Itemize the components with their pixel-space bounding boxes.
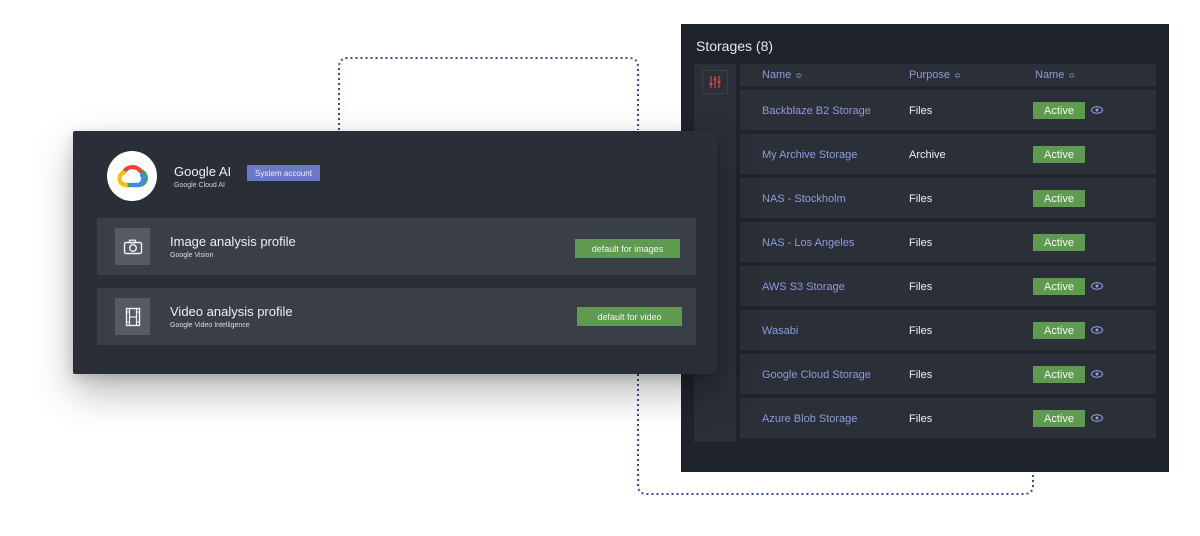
- film-icon: [115, 298, 150, 335]
- storage-purpose: Files: [909, 105, 933, 117]
- status-badge: Active: [1033, 278, 1085, 295]
- storage-purpose: Files: [909, 193, 933, 205]
- status-badge: Active: [1033, 146, 1085, 163]
- eye-icon[interactable]: [1090, 103, 1104, 117]
- table-row[interactable]: Backblaze B2 Storage Files Active: [740, 90, 1156, 130]
- storage-name[interactable]: Google Cloud Storage: [762, 369, 871, 381]
- header-purpose-label: Purpose: [909, 69, 950, 81]
- google-ai-card: Google AI Google Cloud AI System account…: [73, 131, 717, 374]
- storage-purpose: Files: [909, 369, 933, 381]
- table-row[interactable]: AWS S3 Storage Files Active: [740, 266, 1156, 306]
- header-purpose[interactable]: Purpose ≎: [909, 69, 961, 81]
- sort-icon: ≎: [795, 70, 803, 80]
- storage-name[interactable]: NAS - Stockholm: [762, 193, 846, 205]
- table-row[interactable]: NAS - Stockholm Files Active: [740, 178, 1156, 218]
- profile-title: Image analysis profile: [170, 234, 296, 249]
- table-row[interactable]: My Archive Storage Archive Active: [740, 134, 1156, 174]
- storage-name[interactable]: Backblaze B2 Storage: [762, 105, 871, 117]
- status-badge: Active: [1033, 234, 1085, 251]
- header-status[interactable]: Name ≎: [1035, 69, 1075, 81]
- camera-icon: [115, 228, 150, 265]
- sort-icon: ≎: [1068, 70, 1076, 80]
- status-badge: Active: [1033, 322, 1085, 339]
- status-badge: Active: [1033, 410, 1085, 427]
- storage-name[interactable]: Azure Blob Storage: [762, 413, 857, 425]
- default-for-images-button[interactable]: default for images: [575, 239, 680, 258]
- table-row[interactable]: Wasabi Files Active: [740, 310, 1156, 350]
- sliders-icon: [709, 76, 721, 88]
- filter-button[interactable]: [702, 70, 728, 94]
- eye-icon[interactable]: [1090, 323, 1104, 337]
- table-header: Name ≎ Purpose ≎ Name ≎: [740, 64, 1156, 86]
- storage-purpose: Files: [909, 325, 933, 337]
- storage-name[interactable]: AWS S3 Storage: [762, 281, 845, 293]
- profile-subtitle: Google Vision: [170, 252, 214, 259]
- storage-name[interactable]: My Archive Storage: [762, 149, 857, 161]
- profile-title: Video analysis profile: [170, 304, 293, 319]
- google-cloud-icon: [117, 165, 148, 188]
- header-name-label: Name: [762, 69, 792, 81]
- status-badge: Active: [1033, 102, 1085, 119]
- header-name[interactable]: Name ≎: [762, 69, 802, 81]
- profile-subtitle: Google Video Intelligence: [170, 322, 250, 329]
- account-title: Google AI: [174, 164, 232, 179]
- system-account-badge: System account: [247, 165, 320, 181]
- eye-icon[interactable]: [1090, 411, 1104, 425]
- eye-icon[interactable]: [1090, 279, 1104, 293]
- sort-icon: ≎: [953, 70, 961, 80]
- storages-panel: Storages (8) Name ≎ Purpose ≎ Name ≎ Bac…: [681, 24, 1169, 472]
- table-row[interactable]: Azure Blob Storage Files Active: [740, 398, 1156, 438]
- storage-name[interactable]: Wasabi: [762, 325, 798, 337]
- eye-icon[interactable]: [1090, 367, 1104, 381]
- header-status-label: Name: [1035, 69, 1065, 81]
- storages-title: Storages (8): [696, 38, 774, 54]
- image-analysis-profile[interactable]: Image analysis profile Google Vision def…: [97, 218, 696, 275]
- storage-purpose: Archive: [909, 149, 946, 161]
- account-subtitle: Google Cloud AI: [174, 182, 225, 189]
- google-cloud-logo: [107, 151, 157, 201]
- default-for-video-button[interactable]: default for video: [577, 307, 682, 326]
- storage-purpose: Files: [909, 413, 933, 425]
- storage-purpose: Files: [909, 237, 933, 249]
- status-badge: Active: [1033, 190, 1085, 207]
- table-row[interactable]: Google Cloud Storage Files Active: [740, 354, 1156, 394]
- storage-name[interactable]: NAS - Los Angeles: [762, 237, 854, 249]
- video-analysis-profile[interactable]: Video analysis profile Google Video Inte…: [97, 288, 696, 345]
- status-badge: Active: [1033, 366, 1085, 383]
- table-row[interactable]: NAS - Los Angeles Files Active: [740, 222, 1156, 262]
- storage-purpose: Files: [909, 281, 933, 293]
